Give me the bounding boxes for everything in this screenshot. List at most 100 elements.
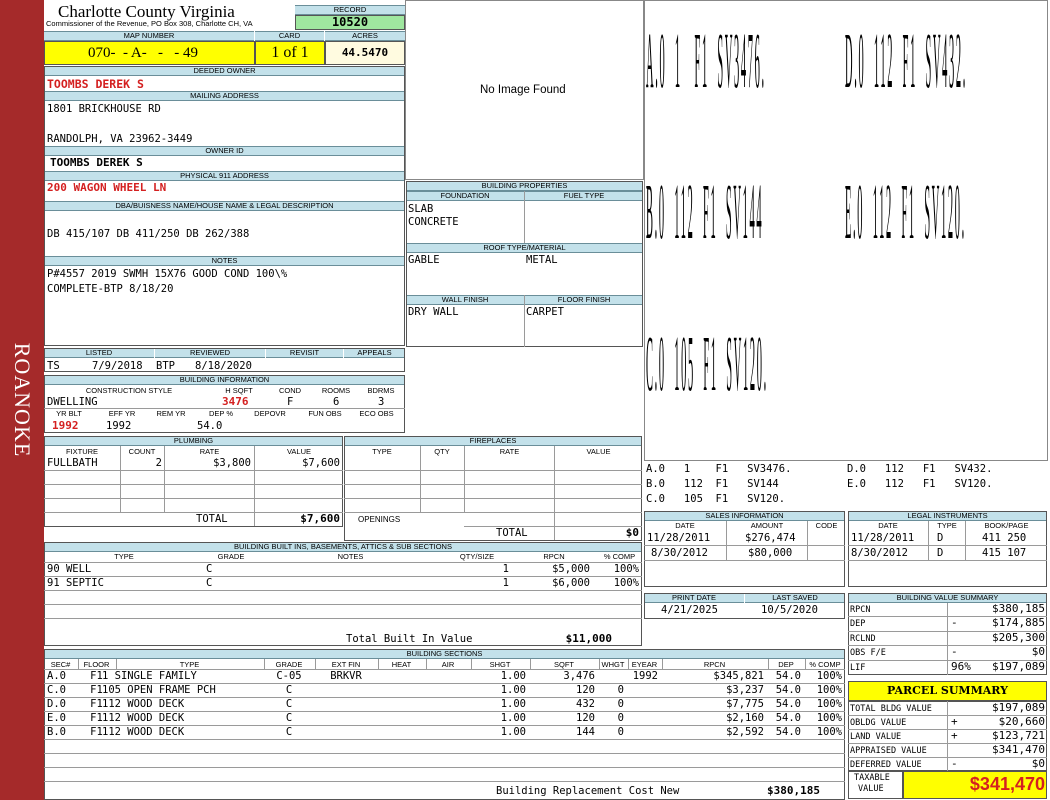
sections-cell: 112 WOOD DECK <box>102 698 185 710</box>
divider <box>378 659 379 669</box>
sections-cell: 100% <box>816 670 842 682</box>
value-summary-label: LIF <box>850 662 866 673</box>
sections-cell: 1.00 <box>500 698 526 710</box>
divider <box>524 191 525 243</box>
sections-header: SEC# <box>50 660 71 669</box>
value-summary-sign: - <box>951 645 958 659</box>
taxable-label-line1: TAXABLE <box>854 773 890 783</box>
sections-cell: 120 <box>576 712 595 724</box>
sections-cell: 1 SINGLE FAMILY <box>102 670 197 682</box>
divider <box>848 560 1047 561</box>
sections-header: FLOOR <box>83 660 110 669</box>
owner-panel-border <box>44 66 405 346</box>
card-label: CARD <box>255 31 324 41</box>
sections-header: % COMP <box>809 660 841 669</box>
divider <box>44 576 642 577</box>
sections-header: SQFT <box>554 660 574 669</box>
sections-cell: 100% <box>816 712 842 724</box>
divider <box>78 659 79 669</box>
sections-cell: 1992 <box>632 670 658 682</box>
divider <box>726 521 727 561</box>
divider <box>599 659 600 669</box>
acres-label: ACRES <box>325 31 405 41</box>
record-number: 10520 <box>331 15 369 29</box>
divider <box>120 446 121 512</box>
divider <box>471 659 472 669</box>
sections-cell: 54.0 <box>775 712 801 724</box>
print-border <box>644 593 845 619</box>
divider <box>44 590 642 591</box>
sections-header: WHGT <box>601 660 625 669</box>
divider <box>116 659 117 669</box>
value-summary-label: OBS F/E <box>850 648 886 659</box>
divider <box>848 545 1047 546</box>
parcel-summary-label: APPRAISED VALUE <box>850 746 927 756</box>
map-number-label: MAP NUMBER <box>44 31 254 41</box>
sections-cell: 1.00 <box>500 726 526 738</box>
builtins-border <box>44 542 642 646</box>
sections-cell: 100% <box>816 698 842 710</box>
replacement-cost: $380,185 <box>767 784 820 797</box>
sections-cell: B.0 <box>47 726 66 738</box>
commissioner-address: Commissioner of the Revenue, PO Box 308,… <box>46 19 253 28</box>
divider <box>44 739 845 740</box>
sections-cell: 0 <box>617 712 624 724</box>
divider <box>344 512 642 513</box>
sketch-label-c: C.0 105 F1 SV120. <box>646 323 768 412</box>
divider <box>947 603 948 675</box>
divider <box>662 659 663 669</box>
divider <box>44 753 845 754</box>
parcel-summary-sign: + <box>951 715 958 728</box>
sections-cell: C <box>285 712 293 724</box>
divider <box>164 446 165 512</box>
divider <box>805 659 806 669</box>
sections-cell: 54.0 <box>775 698 801 710</box>
sections-header: HEAT <box>391 660 412 669</box>
divider <box>344 484 642 485</box>
divider <box>44 484 343 485</box>
sections-cell: $2,160 <box>726 712 764 724</box>
divider <box>44 562 642 563</box>
sketch-label-a: A.0 1 F1 SV3476. <box>646 20 766 109</box>
replacement-cost-label: Building Replacement Cost New <box>496 785 680 797</box>
value-summary-value: $205,300 <box>992 630 1045 644</box>
sketch-label-d: D.0 112 F1 SV432. <box>845 20 968 109</box>
sections-cell: 54.0 <box>775 670 801 682</box>
value-summary-value: $197,089 <box>992 659 1045 673</box>
map-number: 070- - A- - - 49 <box>88 45 198 61</box>
value-summary-sign: - <box>951 616 958 630</box>
divider <box>524 295 525 347</box>
parcel-summary-label: TOTAL BLDG VALUE <box>850 704 932 714</box>
value-summary-label: RPCN <box>850 605 871 615</box>
acres-box: 44.5470 <box>325 41 405 65</box>
sections-cell: 1.00 <box>500 684 526 696</box>
sections-cell: C <box>285 698 293 710</box>
divider <box>44 781 845 782</box>
sketch-label-e: E.0 112 F1 SV120. <box>845 171 966 260</box>
sections-cell: 112 WOOD DECK <box>102 726 185 738</box>
sections-cell: 54.0 <box>775 684 801 696</box>
sections-cell: 100% <box>816 726 842 738</box>
sections-header: SHGT <box>489 660 511 669</box>
sections-cell: $345,821 <box>713 670 764 682</box>
sections-cell: 0 <box>617 726 624 738</box>
sections-cell: 100% <box>816 684 842 696</box>
sections-cell: 54.0 <box>775 726 801 738</box>
divider <box>464 526 642 527</box>
sections-cell: 144 <box>576 726 595 738</box>
parcel-summary-value: $341,470 <box>992 743 1045 756</box>
divider <box>420 446 421 512</box>
sections-cell: D.0 <box>47 698 66 710</box>
divider <box>44 767 845 768</box>
divider <box>344 470 642 471</box>
divider <box>928 521 929 561</box>
sections-cell: 120 <box>576 684 595 696</box>
sidebar-label: ROANOKE <box>10 342 35 458</box>
divider <box>44 618 642 619</box>
parcel-summary-value: $197,089 <box>992 701 1045 714</box>
sections-cell: $7,775 <box>726 698 764 710</box>
record-value: 10520 <box>295 15 405 30</box>
parcel-summary-value: $20,660 <box>998 715 1045 728</box>
sections-header: RPCN <box>703 660 726 669</box>
plumbing-border <box>44 436 343 527</box>
